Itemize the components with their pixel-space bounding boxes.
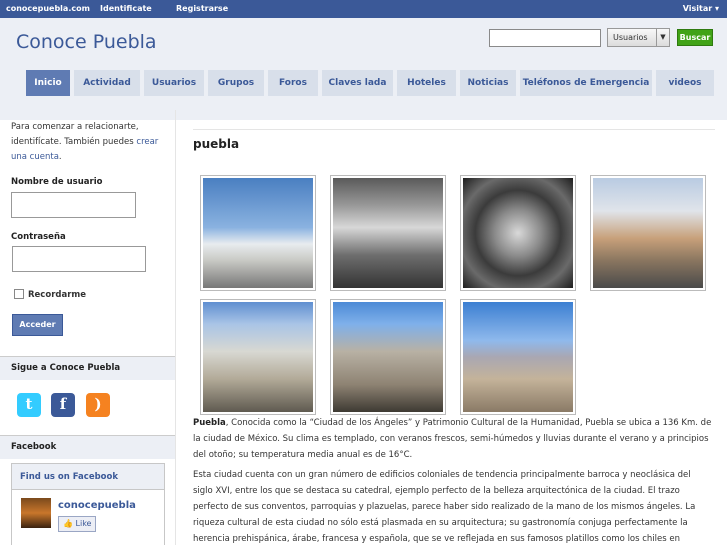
puebla-photo-3	[463, 178, 573, 288]
content-divider	[193, 129, 715, 130]
page-title: puebla	[193, 137, 240, 151]
tab-telefonos-emergencia[interactable]: Teléfonos de Emergencia	[520, 70, 652, 96]
facebook-page-name[interactable]: conocepuebla	[58, 500, 136, 511]
visit-menu[interactable]: Visitar ▾	[683, 4, 719, 13]
like-button[interactable]: 👍 Like	[58, 516, 96, 532]
tab-noticias[interactable]: Noticias	[460, 70, 516, 96]
twitter-icon[interactable]: t	[17, 393, 41, 417]
intro-text-body: , Conocida como la “Ciudad de los Ángele…	[193, 418, 712, 460]
thumbs-up-icon: 👍	[63, 519, 73, 528]
remember-label: Recordarme	[28, 290, 87, 300]
facebook-page-thumbnail[interactable]	[21, 498, 51, 528]
tab-foros[interactable]: Foros	[268, 70, 318, 96]
description-paragraph: Esta ciudad cuenta con un gran número de…	[193, 470, 696, 544]
username-label: Nombre de usuario	[11, 177, 103, 187]
password-label: Contraseña	[11, 232, 66, 242]
puebla-photo-1	[203, 178, 313, 288]
photo-thumbnail[interactable]	[460, 175, 576, 291]
top-bar: conocepuebla.com Identificate Registrars…	[0, 0, 727, 18]
rss-icon[interactable]: )	[86, 393, 110, 417]
search-button[interactable]: Buscar	[677, 29, 713, 46]
photo-thumbnail[interactable]	[200, 299, 316, 415]
facebook-widget: Find us on Facebook conocepuebla 👍 Like	[11, 463, 165, 545]
puebla-photo-2	[333, 178, 443, 288]
login-intro: Para comenzar a relacionarte, identifíca…	[11, 120, 166, 165]
tab-actividad[interactable]: Actividad	[74, 70, 140, 96]
register-link[interactable]: Registrarse	[176, 4, 228, 13]
follow-heading: Sigue a Conoce Puebla	[0, 356, 175, 380]
facebook-heading: Facebook	[0, 435, 175, 459]
search-scope-value: Usuarios	[613, 33, 648, 42]
identify-link[interactable]: Identificate	[100, 4, 152, 13]
site-link[interactable]: conocepuebla.com	[6, 4, 90, 13]
like-label: Like	[75, 519, 92, 528]
puebla-photo-7	[463, 302, 573, 412]
intro-bold: Puebla	[193, 418, 226, 428]
remember-checkbox[interactable]	[14, 289, 24, 299]
intro-end: .	[58, 152, 62, 162]
tab-inicio[interactable]: Inicio	[26, 70, 70, 96]
tab-videos[interactable]: videos	[656, 70, 714, 96]
login-button[interactable]: Acceder	[12, 314, 63, 336]
tab-grupos[interactable]: Grupos	[208, 70, 264, 96]
photo-thumbnail[interactable]	[330, 175, 446, 291]
intro-text: Para comenzar a relacionarte, identifíca…	[11, 122, 139, 147]
tab-hoteles[interactable]: Hoteles	[397, 70, 456, 96]
puebla-photo-4	[593, 178, 703, 288]
password-field[interactable]	[12, 246, 146, 272]
sidebar-divider	[175, 110, 176, 545]
header: Conoce Puebla Usuarios ▼ Buscar Inicio A…	[0, 18, 727, 120]
tab-claves-lada[interactable]: Claves lada	[322, 70, 393, 96]
puebla-photo-6	[333, 302, 443, 412]
search-input[interactable]	[489, 29, 601, 47]
facebook-widget-title[interactable]: Find us on Facebook	[12, 464, 164, 490]
photo-thumbnail[interactable]	[590, 175, 706, 291]
photo-thumbnail[interactable]	[330, 299, 446, 415]
search-scope-select[interactable]: Usuarios ▼	[607, 28, 670, 47]
chevron-down-icon: ▼	[656, 29, 669, 46]
sidebar: Para comenzar a relacionarte, identifíca…	[0, 120, 175, 545]
photo-thumbnail[interactable]	[460, 299, 576, 415]
site-title[interactable]: Conoce Puebla	[16, 31, 157, 53]
photo-thumbnail[interactable]	[200, 175, 316, 291]
intro-paragraph: Puebla, Conocida como la “Ciudad de los …	[193, 415, 713, 463]
username-field[interactable]	[11, 192, 136, 218]
tab-usuarios[interactable]: Usuarios	[144, 70, 204, 96]
facebook-icon[interactable]: f	[51, 393, 75, 417]
puebla-photo-5	[203, 302, 313, 412]
